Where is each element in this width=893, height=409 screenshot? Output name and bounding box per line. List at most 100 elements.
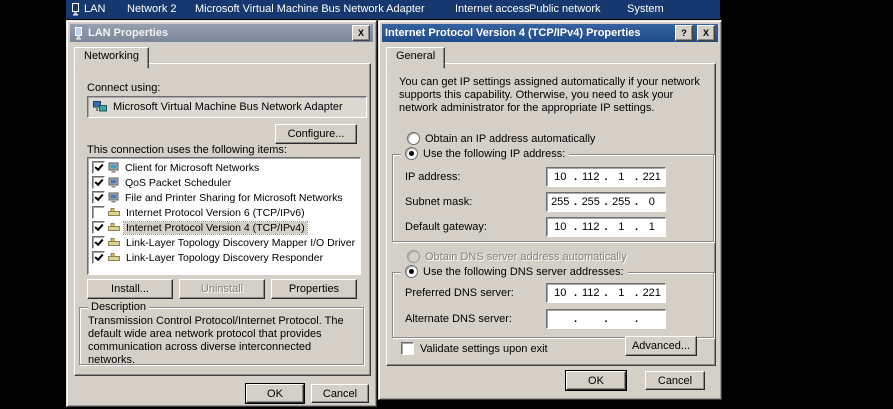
- preferred-dns-field[interactable]: 10. 112. 1. 221: [546, 283, 666, 303]
- ok-button[interactable]: OK: [246, 384, 304, 403]
- obtain-dns-label: Obtain DNS server address automatically: [425, 250, 627, 263]
- install-button[interactable]: Install...: [87, 279, 173, 299]
- network-adapter-icon: [93, 101, 107, 112]
- networking-tab-panel: Connect using: Microsoft Virtual Machine…: [74, 63, 371, 376]
- connection-items-list[interactable]: Client for Microsoft Networks QoS Packet…: [87, 157, 361, 275]
- adapter-name: Microsoft Virtual Machine Bus Network Ad…: [113, 101, 343, 113]
- use-ip-radio[interactable]: [405, 147, 418, 160]
- item-checkbox[interactable]: [92, 191, 105, 204]
- list-item-ipv4[interactable]: Internet Protocol Version 4 (TCP/IPv4): [90, 220, 358, 235]
- network-item-access: Internet access: [455, 3, 530, 15]
- obtain-dns-radio: [407, 250, 420, 263]
- item-checkbox[interactable]: [92, 251, 105, 264]
- client-icon: [108, 162, 120, 173]
- cancel-button[interactable]: Cancel: [645, 371, 705, 390]
- obtain-ip-label: Obtain an IP address automatically: [425, 132, 596, 145]
- protocol-adapter-icon: [108, 223, 121, 232]
- octet-dot: .: [634, 313, 639, 325]
- item-checkbox[interactable]: [92, 161, 105, 174]
- window-title: Internet Protocol Version 4 (TCP/IPv4) P…: [385, 27, 641, 39]
- network-item-adapter: Microsoft Virtual Machine Bus Network Ad…: [195, 3, 425, 15]
- general-tab-panel: You can get IP settings assigned automat…: [386, 63, 716, 366]
- close-icon[interactable]: X: [352, 25, 370, 41]
- use-dns-radio[interactable]: [405, 265, 418, 278]
- octet: 10: [554, 221, 567, 233]
- octet: 221: [642, 171, 661, 183]
- cancel-button[interactable]: Cancel: [311, 384, 369, 403]
- help-icon[interactable]: ?: [675, 25, 693, 41]
- octet: 1: [618, 171, 625, 183]
- list-item[interactable]: Link-Layer Topology Discovery Mapper I/O…: [90, 235, 358, 250]
- subnet-mask-label: Subnet mask:: [405, 196, 473, 208]
- item-label: Link-Layer Topology Discovery Responder: [126, 251, 324, 264]
- validate-settings-option[interactable]: Validate settings upon exit: [401, 342, 548, 355]
- item-checkbox[interactable]: [92, 236, 105, 249]
- ip-address-field[interactable]: 10. 112. 1. 221: [546, 167, 666, 187]
- protocol-adapter-icon: [108, 208, 121, 217]
- uninstall-button: Uninstall: [179, 279, 265, 299]
- obtain-ip-option[interactable]: Obtain an IP address automatically: [407, 132, 595, 145]
- octet: 255: [612, 196, 631, 208]
- item-label: File and Printer Sharing for Microsoft N…: [125, 191, 343, 204]
- ipv4-titlebar[interactable]: Internet Protocol Version 4 (TCP/IPv4) P…: [382, 24, 718, 42]
- item-label: Internet Protocol Version 4 (TCP/IPv4): [123, 220, 308, 235]
- tab-general[interactable]: General: [386, 47, 446, 69]
- item-label: Internet Protocol Version 6 (TCP/IPv6): [126, 206, 305, 219]
- close-icon[interactable]: X: [697, 25, 715, 41]
- network-item-category: Public network: [529, 3, 601, 15]
- protocol-adapter-icon: [108, 253, 121, 262]
- octet: 112: [581, 221, 600, 233]
- configure-button[interactable]: Configure...: [275, 124, 357, 144]
- item-label: Client for Microsoft Networks: [125, 161, 260, 174]
- window-title: LAN Properties: [88, 27, 169, 39]
- lan-titlebar[interactable]: LAN Properties X: [70, 24, 373, 42]
- intro-text: You can get IP settings assigned automat…: [399, 76, 700, 114]
- octet: 112: [581, 171, 600, 183]
- list-item[interactable]: Link-Layer Topology Discovery Responder: [90, 250, 358, 265]
- item-checkbox[interactable]: [92, 176, 105, 189]
- octet: 0: [648, 196, 655, 208]
- item-label: QoS Packet Scheduler: [125, 176, 232, 189]
- advanced-button[interactable]: Advanced...: [625, 336, 697, 356]
- item-label: Link-Layer Topology Discovery Mapper I/O…: [126, 236, 356, 249]
- window-monitor-icon: [75, 26, 82, 39]
- octet: 112: [581, 287, 600, 299]
- use-ip-label: Use the following IP address:: [423, 147, 566, 160]
- subnet-mask-field[interactable]: 255. 255. 255. 0: [546, 192, 666, 212]
- desktop: LAN Network 2 Microsoft Virtual Machine …: [0, 0, 893, 409]
- obtain-ip-radio[interactable]: [407, 132, 420, 145]
- description-text: Transmission Control Protocol/Internet P…: [88, 315, 344, 366]
- network-item-name: Network 2: [127, 3, 177, 15]
- validate-checkbox[interactable]: [401, 342, 414, 355]
- alternate-dns-label: Alternate DNS server:: [405, 313, 512, 325]
- item-checkbox[interactable]: [92, 206, 105, 219]
- alternate-dns-field[interactable]: ...: [546, 309, 666, 329]
- network-item-system: System: [627, 3, 664, 15]
- octet: 1: [648, 221, 655, 233]
- use-dns-option[interactable]: Use the following DNS server addresses:: [401, 265, 628, 278]
- description-groupbox: Description Transmission Control Protoco…: [79, 301, 364, 366]
- use-dns-label: Use the following DNS server addresses:: [423, 265, 624, 278]
- ok-button[interactable]: OK: [566, 371, 626, 390]
- list-item[interactable]: File and Printer Sharing for Microsoft N…: [90, 190, 358, 205]
- properties-button[interactable]: Properties: [271, 279, 357, 299]
- default-gateway-field[interactable]: 10. 112. 1. 1: [546, 217, 666, 237]
- octet: 10: [554, 287, 567, 299]
- tab-networking[interactable]: Networking: [74, 47, 150, 69]
- adapter-name-field: Microsoft Virtual Machine Bus Network Ad…: [87, 96, 367, 118]
- list-item[interactable]: Internet Protocol Version 6 (TCP/IPv6): [90, 205, 358, 220]
- octet: 1: [618, 221, 625, 233]
- computer-icon: [108, 192, 120, 203]
- use-ip-option[interactable]: Use the following IP address:: [401, 147, 570, 160]
- octet-dot: .: [604, 313, 608, 325]
- list-item[interactable]: Client for Microsoft Networks: [90, 160, 358, 175]
- octet: 221: [642, 287, 661, 299]
- ip-address-label: IP address:: [405, 171, 461, 183]
- connect-using-label: Connect using:: [87, 82, 161, 94]
- octet-dot: .: [573, 313, 578, 325]
- list-item[interactable]: QoS Packet Scheduler: [90, 175, 358, 190]
- network-item-lan[interactable]: LAN: [84, 3, 105, 15]
- protocol-adapter-icon: [108, 238, 121, 247]
- item-checkbox[interactable]: [92, 221, 105, 234]
- preferred-dns-label: Preferred DNS server:: [405, 287, 514, 299]
